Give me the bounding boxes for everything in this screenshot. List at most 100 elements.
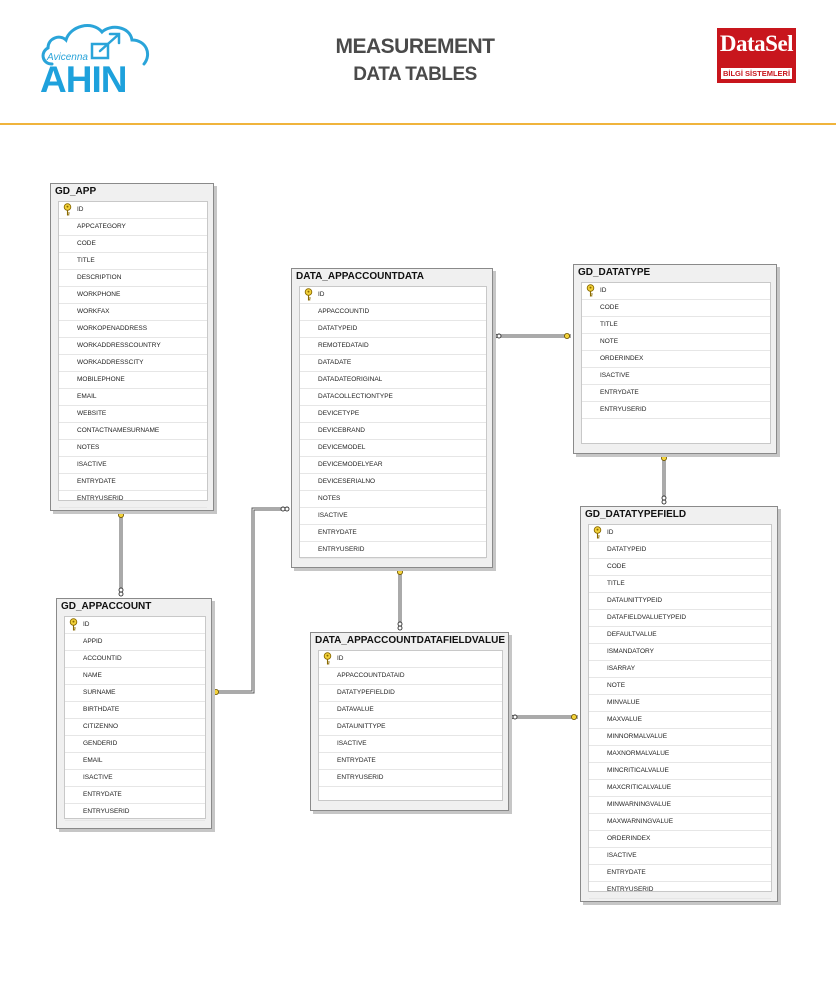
- one-end-key-icon: [118, 512, 125, 519]
- column-name: ORDERINDEX: [607, 835, 651, 842]
- column-row: MAXVALUE: [589, 712, 771, 729]
- column-row: EMAIL: [59, 389, 207, 406]
- column-row: MINCRITICALVALUE: [589, 763, 771, 780]
- column-name: ID: [337, 655, 344, 662]
- column-row: ENTRYDATE: [589, 865, 771, 882]
- column-name: DEVICEMODEL: [318, 444, 366, 451]
- column-row: ENTRYDATE: [59, 474, 207, 491]
- column-name: DATATYPEFIELDID: [337, 689, 395, 696]
- column-row: APPACCOUNTDATAID: [319, 668, 502, 685]
- column-name: TITLE: [77, 257, 95, 264]
- column-row: MAXWARNINGVALUE: [589, 814, 771, 831]
- column-name: ISMANDATORY: [607, 648, 654, 655]
- column-name: EMAIL: [77, 393, 97, 400]
- column-name: APPACCOUNTID: [318, 308, 370, 315]
- column-name: DATAUNITTYPE: [337, 723, 386, 730]
- column-name: ORDERINDEX: [600, 355, 644, 362]
- column-row: ACCOUNTID: [65, 651, 205, 668]
- column-row: CONTACTNAMESURNAME: [59, 423, 207, 440]
- primary-key-row: ID: [65, 617, 205, 634]
- column-row: WORKPHONE: [59, 287, 207, 304]
- table-title: GD_APP: [55, 186, 97, 197]
- column-row: CODE: [59, 236, 207, 253]
- column-name: NOTE: [600, 338, 619, 345]
- column-row: CITIZENNO: [65, 719, 205, 736]
- column-name: ENTRYUSERID: [77, 495, 124, 502]
- primary-key-icon: [586, 284, 599, 298]
- table-title: GD_APPACCOUNT: [61, 601, 152, 612]
- many-end-infinity-icon: [492, 333, 502, 339]
- column-row: ISACTIVE: [300, 508, 486, 525]
- column-name: MINVALUE: [607, 699, 640, 706]
- column-row: ISACTIVE: [59, 457, 207, 474]
- column-row: ENTRYDATE: [582, 385, 770, 402]
- column-row: TITLE: [582, 317, 770, 334]
- column-row: MAXCRITICALVALUE: [589, 780, 771, 797]
- column-name: EMAIL: [83, 757, 103, 764]
- column-name: NOTE: [607, 682, 626, 689]
- column-name: ISACTIVE: [318, 512, 348, 519]
- column-name: SURNAME: [83, 689, 116, 696]
- column-name: MINNORMALVALUE: [607, 733, 668, 740]
- column-row: APPACCOUNTID: [300, 304, 486, 321]
- primary-key-row: ID: [589, 525, 771, 542]
- column-name: ACCOUNTID: [83, 655, 122, 662]
- column-row: DATAUNITTYPE: [319, 719, 502, 736]
- column-list: ID APPACCOUNTDATAID DATATYPEFIELDID DATAVAL…: [318, 650, 503, 801]
- one-end-key-icon: [564, 332, 571, 339]
- column-row: MOBILEPHONE: [59, 372, 207, 389]
- column-row: ISACTIVE: [582, 368, 770, 385]
- column-row: NAME: [65, 668, 205, 685]
- table-gd-datatype: GD_DATATYPE ID CODE TITLE NOTE ORDERINDEX ISAC…: [573, 264, 777, 454]
- column-row: ENTRYDATE: [319, 753, 502, 770]
- column-name: ID: [83, 621, 90, 628]
- one-end-key-icon: [661, 454, 668, 461]
- column-row: DATATYPEID: [589, 542, 771, 559]
- column-row: ENTRYDATE: [300, 525, 486, 542]
- column-row: EMAIL: [65, 753, 205, 770]
- primary-key-icon: [593, 526, 606, 540]
- column-row: DATATYPEID: [300, 321, 486, 338]
- column-name: DATAUNITTYPEID: [607, 597, 663, 604]
- column-name: WEBSITE: [77, 410, 107, 417]
- table-gd-app: GD_APP ID APPCATEGORY CODE TITLE DESCRIPTION W…: [50, 183, 214, 511]
- column-name: MAXCRITICALVALUE: [607, 784, 672, 791]
- column-row: WORKFAX: [59, 304, 207, 321]
- column-name: CONTACTNAMESURNAME: [77, 427, 160, 434]
- column-row: WORKADDRESSCOUNTRY: [59, 338, 207, 355]
- column-row: DATADATEORIGINAL: [300, 372, 486, 389]
- column-row: DEVICEMODELYEAR: [300, 457, 486, 474]
- column-name: ENTRYDATE: [77, 478, 116, 485]
- table-title: GD_DATATYPE: [578, 267, 651, 278]
- many-end-infinity-icon: [280, 506, 290, 512]
- column-row: ENTRYUSERID: [589, 882, 771, 899]
- column-name: DATACOLLECTIONTYPE: [318, 393, 393, 400]
- column-name: ID: [607, 529, 614, 536]
- column-row: DEFAULTVALUE: [589, 627, 771, 644]
- column-name: DATADATEORIGINAL: [318, 376, 383, 383]
- column-row: CODE: [589, 559, 771, 576]
- column-name: DESCRIPTION: [77, 274, 122, 281]
- column-row: DATATYPEFIELDID: [319, 685, 502, 702]
- column-row: NOTE: [589, 678, 771, 695]
- column-name: APPACCOUNTDATAID: [337, 672, 405, 679]
- column-name: DEVICETYPE: [318, 410, 360, 417]
- column-row: MAXNORMALVALUE: [589, 746, 771, 763]
- many-end-infinity-icon: [508, 714, 518, 720]
- column-name: ID: [77, 206, 84, 213]
- column-name: DATATYPEID: [607, 546, 647, 553]
- relationship-appaccountdata-to-fieldvalue: [396, 568, 403, 631]
- relationship-gd-datatype-to-appaccountdata: [492, 332, 571, 339]
- column-name: REMOTEDATAID: [318, 342, 369, 349]
- column-row: ORDERINDEX: [582, 351, 770, 368]
- column-row: SURNAME: [65, 685, 205, 702]
- column-row: ISACTIVE: [589, 848, 771, 865]
- column-row: BIRTHDATE: [65, 702, 205, 719]
- primary-key-icon: [63, 203, 76, 217]
- column-row: REMOTEDATAID: [300, 338, 486, 355]
- column-row: DATAFIELDVALUETYPEID: [589, 610, 771, 627]
- table-title: GD_DATATYPEFIELD: [585, 509, 687, 520]
- column-name: CODE: [77, 240, 96, 247]
- column-name: CODE: [600, 304, 619, 311]
- relationship-gd-appaccount-to-appaccountdata: [212, 506, 290, 696]
